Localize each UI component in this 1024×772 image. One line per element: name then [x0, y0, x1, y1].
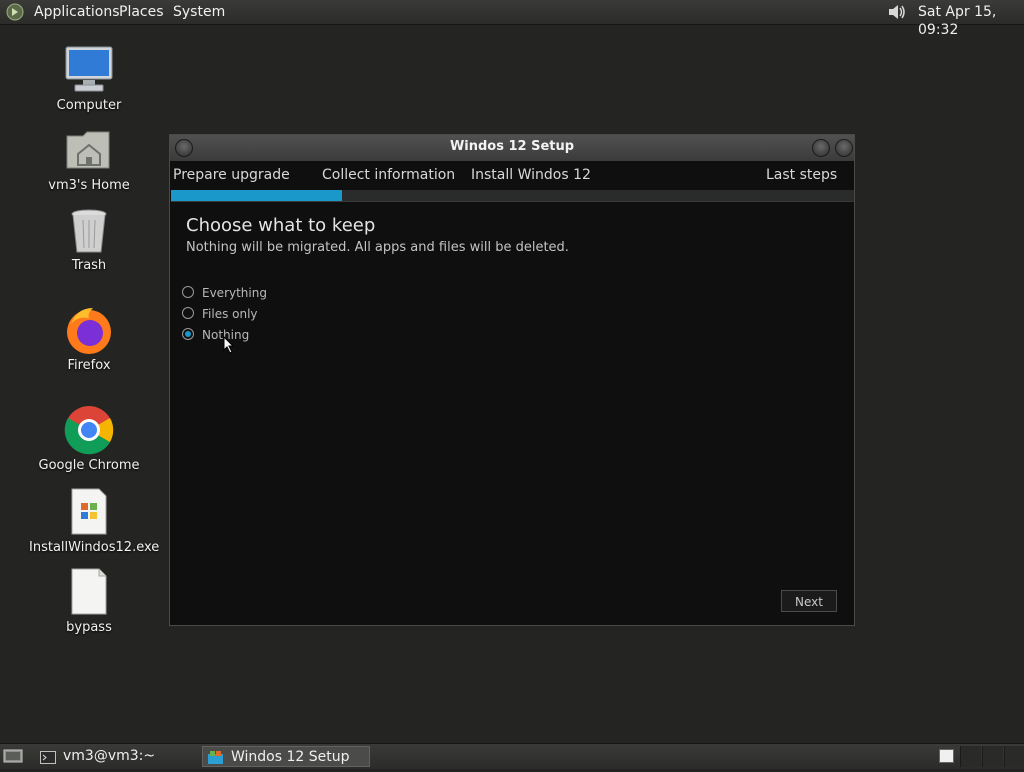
option-everything[interactable]: Everything — [182, 285, 267, 301]
desktop-icon-label: Trash — [71, 258, 107, 273]
page-description: Nothing will be migrated. All apps and f… — [186, 240, 569, 255]
exe-file-icon — [63, 486, 115, 538]
desktop-icon-bypass[interactable]: bypass — [29, 566, 149, 635]
page-heading: Choose what to keep — [186, 215, 376, 236]
setup-progress-bar — [171, 190, 854, 201]
step-collect-information: Collect information — [322, 167, 456, 183]
computer-icon — [63, 44, 115, 96]
menu-places[interactable]: Places — [119, 3, 164, 21]
radio-button[interactable] — [182, 307, 194, 319]
radio-button-selected[interactable] — [182, 328, 194, 340]
desktop-icon-firefox[interactable]: Firefox — [29, 304, 149, 373]
step-last-steps: Last steps — [766, 167, 838, 183]
desktop-icon-installer[interactable]: InstallWindos12.exe — [29, 486, 160, 555]
setup-steps: Prepare upgrade Collect information Inst… — [170, 161, 854, 189]
desktop-icon-label: bypass — [66, 620, 112, 635]
workspace-switcher-icon[interactable] — [938, 748, 956, 764]
desktop-icon-label: Google Chrome — [38, 458, 140, 473]
radio-button[interactable] — [182, 286, 194, 298]
gnome-foot-icon[interactable] — [6, 3, 24, 21]
taskbar-item-label: Windos 12 Setup — [231, 749, 350, 765]
taskbar-item-terminal[interactable]: vm3@vm3:~ — [36, 746, 196, 767]
file-icon — [63, 566, 115, 618]
step-install: Install Windos 12 — [471, 167, 591, 183]
desktop-icon-home[interactable]: vm3's Home — [29, 124, 149, 193]
desktop-icon-label: Firefox — [67, 358, 111, 373]
option-nothing[interactable]: Nothing — [182, 327, 249, 343]
bottom-panel: vm3@vm3:~ Windos 12 Setup — [0, 743, 1024, 769]
volume-icon[interactable] — [886, 2, 908, 22]
workspace-4[interactable] — [1004, 746, 1024, 767]
mouse-pointer-icon — [223, 335, 235, 354]
workspace-3[interactable] — [982, 746, 1003, 767]
window-titlebar[interactable]: Windos 12 Setup — [170, 135, 854, 162]
setup-progress-fill — [171, 190, 342, 201]
option-label: Files only — [202, 307, 258, 321]
next-button[interactable]: Next — [781, 590, 837, 612]
option-files-only[interactable]: Files only — [182, 306, 258, 322]
workspace-2[interactable] — [960, 746, 981, 767]
desktop-icon-label: vm3's Home — [48, 178, 130, 193]
clock[interactable]: Sat Apr 15, 09:32 — [918, 3, 1024, 39]
trash-icon — [63, 204, 115, 256]
desktop-icon-label: InstallWindos12.exe — [29, 540, 160, 555]
divider — [171, 201, 854, 202]
desktop-icon-computer[interactable]: Computer — [29, 44, 149, 113]
desktop-icon-chrome[interactable]: Google Chrome — [29, 404, 149, 473]
taskbar-item-label: vm3@vm3:~ — [63, 748, 156, 764]
setup-app-icon — [207, 750, 224, 765]
step-prepare-upgrade: Prepare upgrade — [173, 167, 290, 183]
terminal-icon — [40, 750, 56, 764]
close-button[interactable] — [835, 139, 853, 157]
menu-applications[interactable]: Applications — [34, 3, 120, 21]
firefox-icon — [63, 304, 115, 356]
taskbar-item-setup[interactable]: Windos 12 Setup — [202, 746, 370, 767]
show-desktop-icon[interactable] — [3, 748, 23, 764]
window-title: Windos 12 Setup — [449, 139, 575, 154]
option-label: Everything — [202, 286, 267, 300]
menu-system[interactable]: System — [173, 3, 225, 21]
home-folder-icon — [63, 124, 115, 176]
minimize-button[interactable] — [812, 139, 830, 157]
desktop-icon-label: Computer — [56, 98, 122, 113]
desktop-icon-trash[interactable]: Trash — [29, 204, 149, 273]
setup-window: Windos 12 Setup Prepare upgrade Collect … — [169, 134, 855, 626]
chrome-icon — [63, 404, 115, 456]
top-panel: Applications Places System Sat Apr 15, 0… — [0, 0, 1024, 38]
